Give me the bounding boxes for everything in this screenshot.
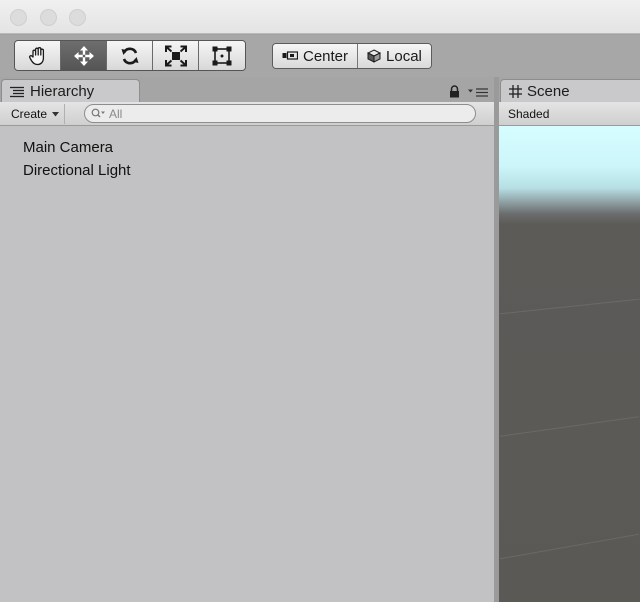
move-tool-button[interactable] (61, 41, 107, 70)
grid-hash-icon (509, 85, 522, 98)
hierarchy-panel: Hierarchy Create All Main Camera Directi… (0, 77, 494, 602)
scale-tool-button[interactable] (153, 41, 199, 70)
panel-menu-icon[interactable] (468, 87, 489, 98)
close-window-button[interactable] (10, 9, 27, 26)
rotate-icon (121, 47, 138, 64)
create-dropdown[interactable]: Create (6, 104, 66, 124)
scene-panel: Scene Shaded (499, 77, 640, 602)
scene-tab-label: Scene (527, 83, 570, 100)
shading-mode-dropdown[interactable]: Shaded (505, 104, 554, 124)
hierarchy-tree: Main Camera Directional Light (23, 136, 131, 182)
scene-tabstrip: Scene (499, 77, 640, 103)
grid-line (499, 298, 640, 315)
hierarchy-search (84, 104, 476, 123)
hierarchy-tabstrip: Hierarchy (0, 77, 494, 103)
grid-line (499, 416, 640, 437)
tab-scene[interactable]: Scene (500, 79, 640, 103)
pivot-position-button[interactable]: Center (273, 44, 359, 68)
rect-transform-icon (212, 46, 232, 65)
pivot-rotation-label: Local (386, 47, 422, 65)
hierarchy-tab-label: Hierarchy (30, 83, 95, 100)
hierarchy-toolbar: Create (0, 102, 494, 126)
hierarchy-item-main-camera[interactable]: Main Camera (23, 136, 131, 159)
pivot-center-icon (282, 51, 298, 60)
scene-viewport[interactable] (499, 126, 640, 602)
pivot-toggles: Center Local (272, 43, 432, 69)
hand-tool-button[interactable] (15, 41, 61, 70)
search-icon (91, 108, 105, 118)
main-toolbar: Center Local (0, 35, 640, 77)
lock-icon[interactable] (449, 85, 460, 98)
minimize-window-button[interactable] (40, 9, 57, 26)
search-input[interactable] (109, 106, 459, 121)
create-label: Create (11, 107, 48, 121)
list-icon (10, 86, 24, 97)
tab-hierarchy[interactable]: Hierarchy (1, 79, 140, 103)
transform-tools (14, 40, 246, 71)
dropdown-arrow-icon (52, 111, 60, 116)
rotate-tool-button[interactable] (107, 41, 153, 70)
hierarchy-item-directional-light[interactable]: Directional Light (23, 159, 131, 182)
pivot-position-label: Center (303, 47, 349, 65)
scene-toolbar: Shaded (499, 102, 640, 126)
cube-icon (367, 49, 382, 63)
move-arrows-icon (73, 45, 94, 66)
zoom-window-button[interactable] (69, 9, 86, 26)
scale-icon (164, 45, 187, 66)
rect-tool-button[interactable] (199, 41, 245, 70)
shading-mode-label: Shaded (508, 107, 550, 121)
pivot-rotation-button[interactable]: Local (358, 44, 431, 68)
hand-icon (28, 46, 44, 65)
window-titlebar (0, 0, 640, 34)
grid-line (499, 533, 640, 560)
